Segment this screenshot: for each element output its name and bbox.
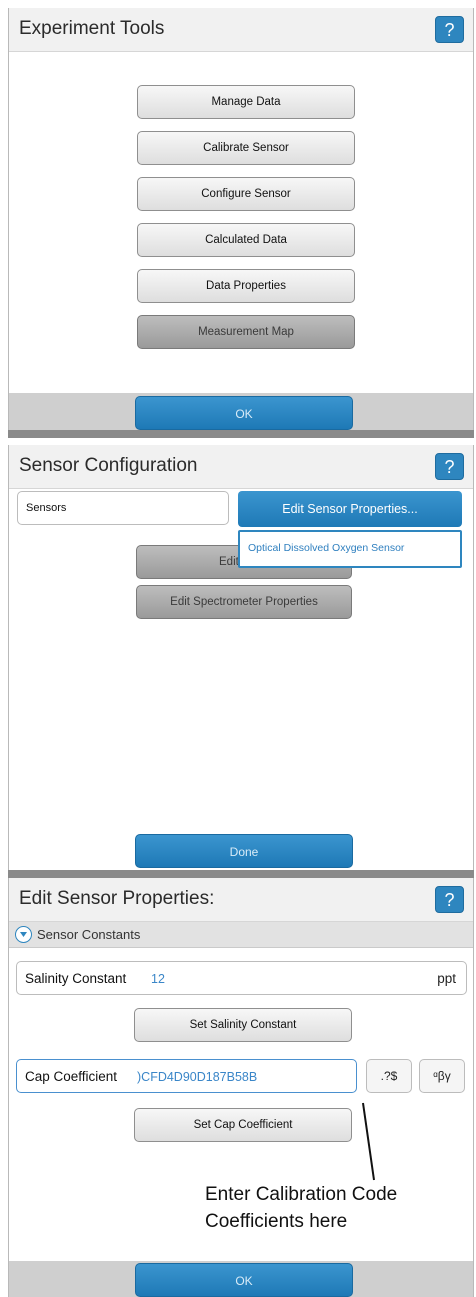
dialog-title: Experiment Tools: [19, 18, 165, 39]
edit-spectrometer-button[interactable]: Edit Spectrometer Properties: [136, 585, 352, 619]
callout-text: Enter Calibration Code Coefficients here: [205, 1181, 397, 1235]
ok-button[interactable]: OK: [135, 396, 353, 430]
dropdown-item-optical-do[interactable]: Optical Dissolved Oxygen Sensor: [248, 542, 404, 554]
callout-line-1: Enter Calibration Code: [205, 1184, 398, 1205]
dialog-footer: OK: [9, 1261, 473, 1297]
dialog-footer: OK: [9, 393, 473, 430]
sensors-field[interactable]: Sensors: [17, 491, 229, 525]
title-bar: Sensor Configuration ?: [9, 445, 473, 489]
experiment-tools-dialog: Experiment Tools ? Manage Data Calibrate…: [8, 8, 474, 430]
dialog-footer: Done: [9, 834, 473, 870]
edit-sensor-properties-button[interactable]: Edit Sensor Properties...: [238, 491, 462, 527]
done-button[interactable]: Done: [135, 834, 353, 868]
edit-sensor-properties-dialog: Edit Sensor Properties: ? Sensor Constan…: [8, 878, 474, 1297]
ok-button[interactable]: OK: [135, 1263, 353, 1297]
panel-separator: [8, 870, 474, 878]
manage-data-button[interactable]: Manage Data: [137, 85, 355, 119]
sensors-label: Sensors: [26, 502, 67, 514]
configure-sensor-button[interactable]: Configure Sensor: [137, 177, 355, 211]
panel-separator: [8, 430, 474, 438]
help-button[interactable]: ?: [435, 453, 464, 480]
data-properties-button[interactable]: Data Properties: [137, 269, 355, 303]
sensor-dropdown-menu: Optical Dissolved Oxygen Sensor: [238, 530, 462, 568]
dialog-title: Sensor Configuration: [19, 455, 198, 476]
measurement-map-button[interactable]: Measurement Map: [137, 315, 355, 349]
sensor-configuration-dialog: Sensor Configuration ? Sensors Edit Sens…: [8, 445, 474, 870]
calibrate-sensor-button[interactable]: Calibrate Sensor: [137, 131, 355, 165]
title-bar: Experiment Tools ?: [9, 8, 473, 52]
calculated-data-button[interactable]: Calculated Data: [137, 223, 355, 257]
callout-line-2: Coefficients here: [205, 1211, 348, 1232]
help-button[interactable]: ?: [435, 16, 464, 43]
